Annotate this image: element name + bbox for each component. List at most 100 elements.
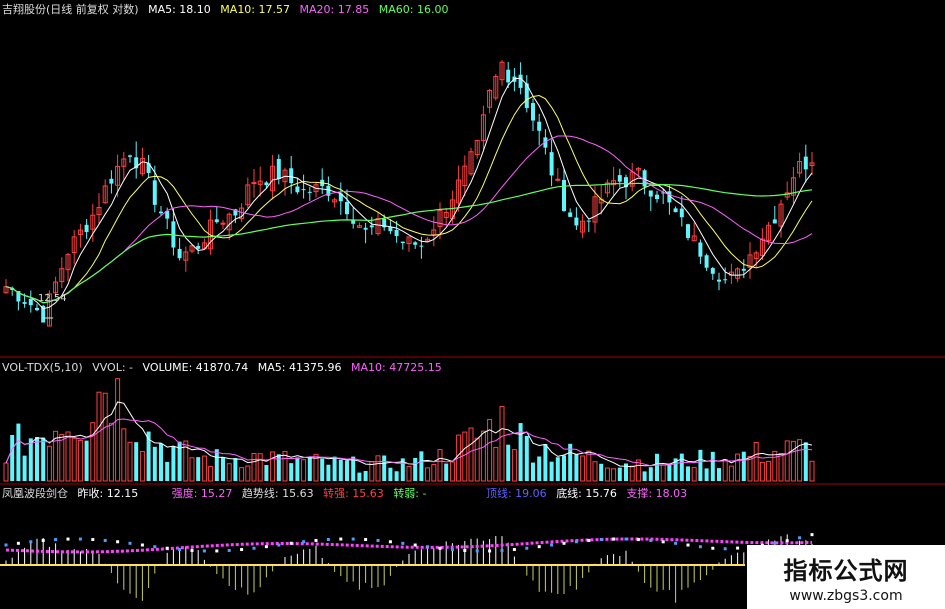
volume-bar-up — [753, 441, 759, 482]
indicator-trend-dot — [574, 540, 578, 544]
volume-bar-down — [394, 471, 399, 481]
indicator-trend-dot — [54, 538, 58, 542]
indicator-trend-dot — [698, 545, 702, 549]
volume-bar-up — [493, 446, 499, 482]
low-price-label: 12.54 — [38, 293, 67, 304]
candle-body-down — [419, 245, 424, 247]
volume-bar-up — [592, 461, 598, 482]
volume-bar-up — [102, 392, 108, 482]
watermark: 指标公式网 www.zbgs3.com — [747, 545, 945, 609]
candle-body-down — [537, 121, 542, 131]
volume-bar-down — [704, 468, 709, 481]
indicator-trend-dot — [512, 548, 516, 552]
indicator-trend-dot — [165, 546, 169, 550]
candle-body-down — [363, 227, 368, 230]
volume-bar-down — [524, 435, 529, 481]
indicator-trend-dot — [661, 540, 665, 544]
volume-bar-up — [189, 457, 195, 482]
volume-bar-up — [108, 422, 114, 482]
indicator-trend-dot — [91, 538, 95, 542]
volume-bar-up — [139, 451, 145, 482]
volume-bar-up — [46, 445, 52, 482]
candle-body-down — [803, 156, 808, 170]
volume-bar-up — [468, 427, 474, 482]
volume-bar-down — [221, 457, 225, 481]
candle-body-down — [679, 208, 684, 218]
volume-bar-down — [332, 456, 337, 481]
volume-bar-up — [437, 449, 443, 482]
candle-body-down — [84, 224, 89, 232]
volume-bar-up — [772, 450, 778, 482]
indicator-trend-dot — [190, 548, 194, 552]
volume-bar-up — [691, 467, 697, 482]
indicator-trend-dot — [674, 541, 678, 545]
volume-bar-down — [686, 466, 690, 481]
volume-bar-up — [406, 465, 412, 482]
volume-bar-up — [90, 422, 96, 482]
volume-bar-down — [388, 467, 393, 481]
indicator-trend-dot — [128, 541, 132, 545]
candle-body-down — [264, 182, 269, 186]
volume-bar-up — [747, 455, 753, 482]
candle-body-down — [531, 103, 535, 121]
indicator-trend-dot — [264, 545, 268, 549]
volume-bar-up — [809, 460, 815, 482]
indicator-trend-dot — [463, 548, 467, 552]
volume-bar-down — [710, 451, 715, 481]
candle-body-down — [723, 279, 728, 281]
volume-bar-down — [159, 443, 163, 481]
indicator-trend-dot — [66, 537, 70, 541]
stock-chart-window: 吉翔股份(日线 前复权 对数) MA5: 18.10 MA10: 17.57 M… — [0, 0, 945, 609]
indicator-trend-dot — [314, 538, 318, 542]
candle-body-down — [28, 298, 33, 306]
volume-bar-up — [257, 453, 263, 482]
volume-bar-down — [543, 444, 548, 481]
volume-bar-up — [586, 450, 592, 482]
indicator-trend-dot — [351, 537, 355, 541]
indicator-trend-dot — [140, 543, 144, 547]
candle-body-down — [562, 179, 566, 211]
candle-body-down — [295, 186, 300, 193]
indicator-trend-dot — [302, 540, 306, 544]
indicator-trend-dot — [29, 540, 33, 544]
volume-bar-down — [196, 457, 201, 481]
volume-bar-down — [357, 472, 362, 481]
indicator-trend-dot — [41, 538, 45, 542]
candle-body-down — [655, 194, 659, 200]
indicator-trend-dot — [599, 538, 603, 542]
volume-bar-down — [555, 457, 560, 481]
indicator-trend-dot — [16, 541, 20, 545]
candle-body-down — [518, 74, 523, 88]
indicator-trend-dot — [810, 533, 814, 537]
volume-bar-down — [338, 459, 343, 481]
candle-body-down — [196, 246, 201, 249]
candle-body-down — [177, 248, 182, 259]
volume-ma10-line — [5, 418, 813, 467]
volume-bar-up — [474, 437, 480, 482]
volume-bar-up — [245, 465, 251, 482]
indicator-trend-dot — [525, 546, 529, 550]
indicator-trend-dot — [277, 543, 281, 547]
volume-bar-down — [655, 453, 659, 481]
volume-bar-down — [345, 460, 349, 481]
volume-bar-up — [431, 464, 437, 482]
volume-bar-down — [22, 455, 27, 481]
volume-bar-down — [276, 454, 281, 481]
indicator-trend-dot — [636, 538, 640, 542]
volume-bar-up — [499, 405, 505, 482]
volume-bar-up — [201, 455, 207, 482]
volume-bar-down — [617, 467, 622, 481]
indicator-trend-dot — [500, 548, 504, 552]
volume-bar-up — [790, 440, 796, 482]
volume-bar-up — [425, 467, 431, 482]
indicator-trend-dot — [723, 547, 727, 551]
indicator-trend-dot — [240, 548, 244, 552]
indicator-trend-dot — [562, 541, 566, 545]
volume-bar-up — [735, 453, 741, 482]
volume-bar-up — [65, 431, 71, 482]
candle-body-down — [586, 220, 591, 222]
candle-body-up — [555, 178, 561, 181]
indicator-trend-dot — [252, 546, 256, 550]
candle-body-down — [214, 219, 219, 223]
indicator-trend-dot — [401, 541, 405, 545]
